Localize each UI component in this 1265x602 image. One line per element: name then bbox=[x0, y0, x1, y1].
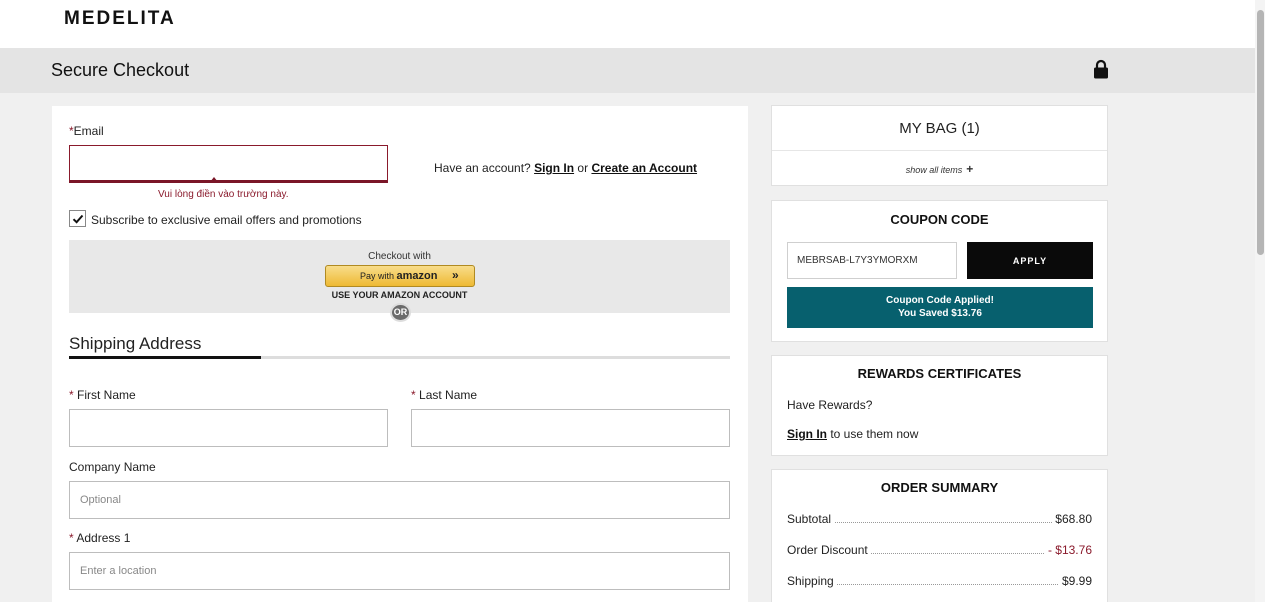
coupon-applied-text: Coupon Code Applied! bbox=[886, 295, 994, 306]
address1-label: * Address 1 bbox=[69, 531, 131, 545]
rewards-sign-in-link[interactable]: Sign In bbox=[787, 427, 827, 441]
amazon-pay-section: Checkout with Pay with amazon » USE YOUR… bbox=[69, 240, 730, 322]
amazon-logo: amazon bbox=[396, 270, 438, 282]
page-title: Secure Checkout bbox=[51, 60, 190, 80]
bag-title: MY BAG (1) bbox=[899, 120, 980, 137]
email-error-message: Vui lòng điền vào trường này. bbox=[158, 189, 289, 200]
amazon-use-account-text: USE YOUR AMAZON ACCOUNT bbox=[331, 290, 468, 300]
coupon-title: COUPON CODE bbox=[890, 212, 989, 227]
summary-row-discount: Order Discount - $13.76 bbox=[787, 543, 1092, 559]
amazon-pay-label: Pay with bbox=[360, 271, 395, 281]
company-name-label: Company Name bbox=[69, 460, 156, 474]
company-name-input[interactable] bbox=[69, 481, 730, 519]
checkout-header-bar: Secure Checkout bbox=[0, 48, 1255, 93]
order-discount-value: - $13.76 bbox=[1044, 543, 1092, 557]
sign-in-link[interactable]: Sign In bbox=[534, 161, 574, 175]
coupon-code-input[interactable] bbox=[787, 242, 957, 279]
apply-coupon-button[interactable]: APPLY bbox=[967, 242, 1093, 279]
subtotal-value: $68.80 bbox=[1052, 512, 1092, 526]
scrollbar-thumb[interactable] bbox=[1257, 10, 1264, 255]
subscribe-checkbox[interactable] bbox=[69, 210, 86, 227]
bag-divider bbox=[772, 150, 1107, 151]
order-discount-label: Order Discount bbox=[787, 543, 871, 557]
brand-logo[interactable]: MEDELITA bbox=[64, 8, 176, 30]
email-label: *Email bbox=[69, 124, 104, 138]
section-divider-active bbox=[69, 356, 261, 359]
show-all-items-toggle[interactable]: show all items + bbox=[772, 162, 1107, 176]
plus-icon: + bbox=[966, 162, 974, 176]
order-summary-panel: ORDER SUMMARY Subtotal $68.80 Order Disc… bbox=[771, 469, 1108, 602]
shipping-value: $9.99 bbox=[1058, 574, 1092, 588]
error-tooltip-caret bbox=[210, 177, 218, 182]
last-name-label: * Last Name bbox=[411, 388, 478, 402]
rewards-title: REWARDS CERTIFICATES bbox=[857, 366, 1022, 381]
last-name-input[interactable] bbox=[411, 409, 730, 447]
rewards-panel: REWARDS CERTIFICATES Have Rewards? Sign … bbox=[771, 355, 1108, 456]
or-divider-badge: OR bbox=[390, 303, 411, 322]
show-all-items-label: show all items bbox=[905, 165, 963, 175]
email-input[interactable] bbox=[69, 145, 388, 183]
coupon-applied-banner: Coupon Code Applied! You Saved $13.76 bbox=[787, 287, 1093, 328]
first-name-input[interactable] bbox=[69, 409, 388, 447]
top-bar: MEDELITA bbox=[0, 0, 1255, 48]
my-bag-panel: MY BAG (1) show all items + bbox=[771, 105, 1108, 186]
have-rewards-text: Have Rewards? bbox=[787, 398, 873, 412]
double-chevron-icon: » bbox=[452, 268, 459, 282]
account-prompt: Have an account? Sign In or Create an Ac… bbox=[434, 161, 698, 175]
coupon-savings-text: You Saved $13.76 bbox=[898, 308, 982, 319]
shipping-address-heading: Shipping Address bbox=[69, 334, 202, 353]
order-summary-title: ORDER SUMMARY bbox=[880, 480, 999, 495]
shipping-label: Shipping bbox=[787, 574, 837, 588]
amazon-pay-button[interactable]: Pay with amazon » bbox=[325, 265, 475, 287]
lock-icon bbox=[1094, 59, 1108, 79]
subtotal-label: Subtotal bbox=[787, 512, 835, 526]
coupon-panel: COUPON CODE APPLY Coupon Code Applied! Y… bbox=[771, 200, 1108, 342]
address1-input[interactable] bbox=[69, 552, 730, 590]
summary-row-subtotal: Subtotal $68.80 bbox=[787, 512, 1092, 528]
amazon-checkout-with-text: Checkout with bbox=[368, 251, 431, 262]
check-icon bbox=[72, 214, 84, 224]
summary-row-shipping: Shipping $9.99 bbox=[787, 574, 1092, 590]
subscribe-label: Subscribe to exclusive email offers and … bbox=[91, 213, 362, 227]
first-name-label: * First Name bbox=[69, 388, 136, 402]
rewards-sign-in-line: Sign In to use them now bbox=[787, 427, 919, 441]
checkout-form-panel: *Email Vui lòng điền vào trường này. Hav… bbox=[52, 106, 748, 602]
create-account-link[interactable]: Create an Account bbox=[591, 161, 697, 175]
